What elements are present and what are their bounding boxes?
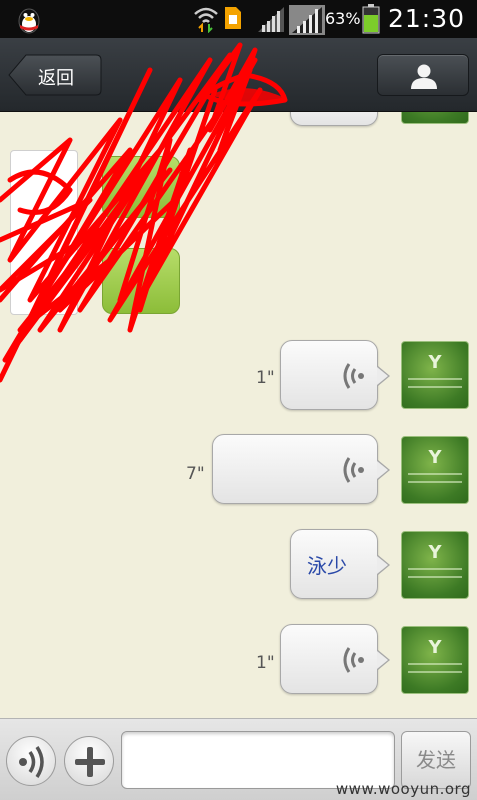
voice-duration: 1"	[256, 653, 275, 673]
message-text: 泳少	[307, 554, 347, 578]
contact-message-bubble[interactable]	[102, 156, 180, 218]
chat-profile-button[interactable]	[377, 54, 469, 96]
back-button-label: 返回	[38, 68, 74, 89]
sim-card-icon	[225, 7, 241, 29]
signal-bars-full-icon	[289, 5, 325, 35]
signal-bars-icon	[258, 7, 284, 32]
voice-wave-icon	[343, 647, 364, 673]
person-icon	[411, 64, 437, 89]
voice-toggle-icon	[19, 746, 44, 778]
voice-duration: 1"	[256, 368, 275, 388]
voice-wave-icon	[343, 457, 364, 483]
voice-wave-icon	[343, 363, 364, 389]
my-avatar[interactable]: Y	[401, 626, 469, 694]
my-avatar-partial[interactable]	[401, 112, 469, 124]
voice-message-bubble[interactable]	[212, 434, 390, 504]
message-bubble-partial[interactable]	[290, 112, 378, 126]
chat-message-list[interactable]: 1" Y 7" Y 泳少 Y 1" Y	[0, 112, 477, 718]
voice-message-bubble[interactable]	[280, 624, 390, 694]
battery-percent: 63%	[325, 9, 361, 28]
voice-toggle-button[interactable]	[6, 736, 56, 786]
add-attachment-button[interactable]	[64, 736, 114, 786]
my-avatar[interactable]: Y	[401, 341, 469, 409]
my-avatar[interactable]: Y	[401, 531, 469, 599]
voice-duration: 7"	[186, 464, 205, 484]
wifi-transfer-icon	[194, 7, 218, 33]
text-message-bubble[interactable]: 泳少	[290, 529, 390, 599]
watermark: www.wooyun.org	[335, 780, 471, 798]
contact-avatar[interactable]	[10, 150, 78, 315]
plus-icon	[75, 747, 105, 777]
battery-icon	[362, 4, 380, 34]
qq-penguin-icon	[18, 8, 40, 34]
voice-message-bubble[interactable]	[280, 340, 390, 410]
clock: 21:30	[388, 4, 466, 33]
my-avatar[interactable]: Y	[401, 436, 469, 504]
back-button[interactable]: 返回	[8, 54, 102, 96]
status-bar: 63% 21:30	[0, 0, 477, 38]
title-bar: 返回	[0, 38, 477, 112]
contact-message-bubble[interactable]	[102, 248, 180, 314]
message-input-bar: 发送 www.wooyun.org	[0, 718, 477, 800]
